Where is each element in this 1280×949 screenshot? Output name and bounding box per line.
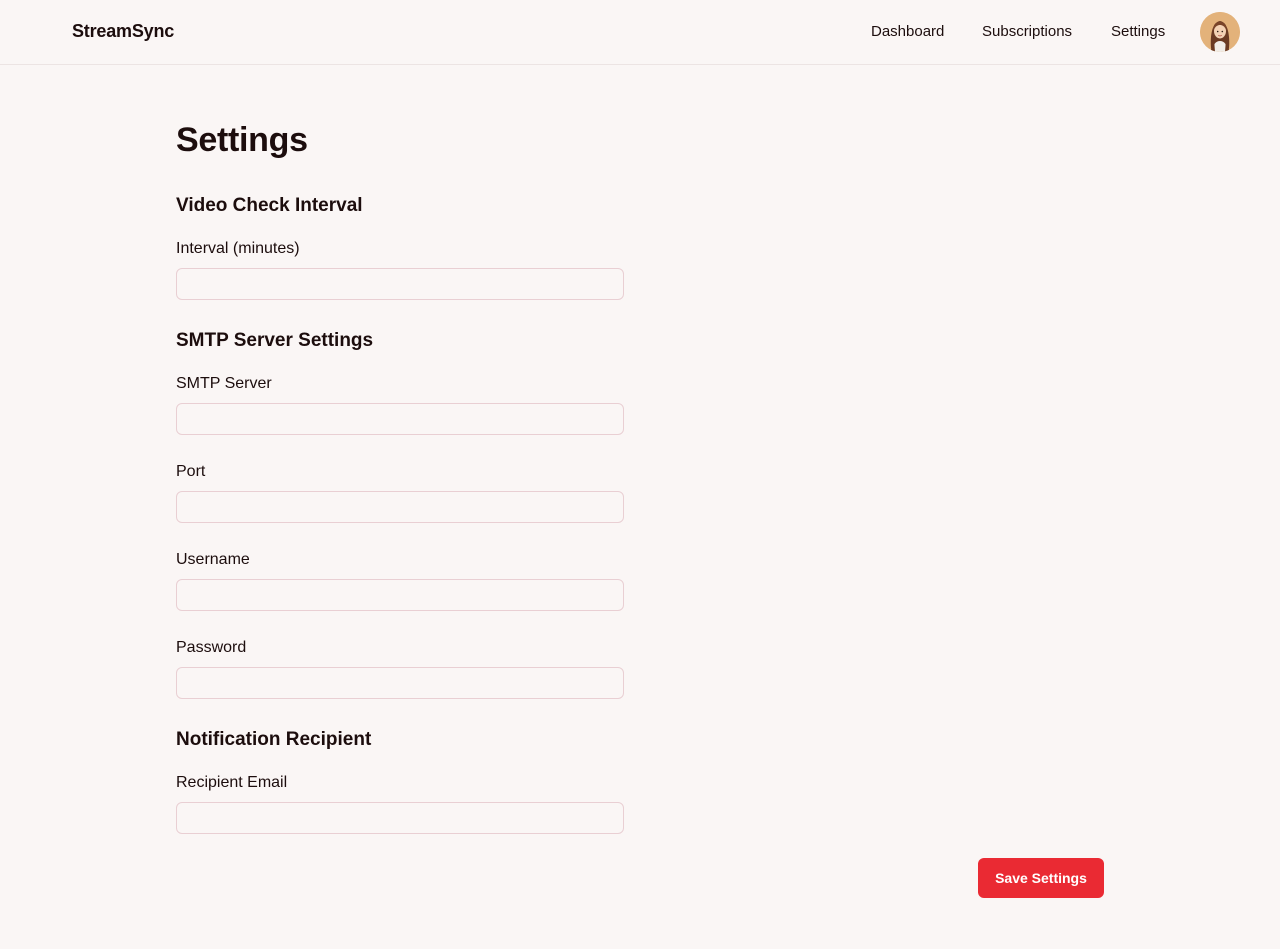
recipient-email-label: Recipient Email	[176, 774, 288, 791]
interval-label: Interval (minutes)	[176, 240, 300, 257]
section-title-notification: Notification Recipient	[176, 729, 372, 750]
password-input[interactable]	[176, 667, 624, 699]
interval-input[interactable]	[176, 268, 624, 300]
smtp-server-input[interactable]	[176, 403, 624, 435]
password-label: Password	[176, 639, 247, 656]
port-label: Port	[176, 463, 206, 480]
port-input[interactable]	[176, 491, 624, 523]
user-avatar-icon	[1200, 12, 1240, 52]
section-title-video-check: Video Check Interval	[176, 195, 363, 216]
brand-logo-text[interactable]: StreamSync	[72, 21, 174, 42]
username-label: Username	[176, 551, 250, 568]
section-title-smtp: SMTP Server Settings	[176, 330, 374, 351]
top-navigation-bar: StreamSync Dashboard Subscriptions Setti…	[0, 0, 1280, 65]
nav-link-subscriptions[interactable]: Subscriptions	[982, 23, 1072, 40]
nav-link-dashboard[interactable]: Dashboard	[871, 23, 944, 40]
save-settings-button[interactable]: Save Settings	[978, 858, 1104, 898]
username-input[interactable]	[176, 579, 624, 611]
user-avatar[interactable]	[1200, 12, 1240, 52]
nav-link-settings[interactable]: Settings	[1111, 23, 1165, 40]
smtp-server-label: SMTP Server	[176, 375, 272, 392]
recipient-email-input[interactable]	[176, 802, 624, 834]
page-title: Settings	[176, 121, 308, 159]
